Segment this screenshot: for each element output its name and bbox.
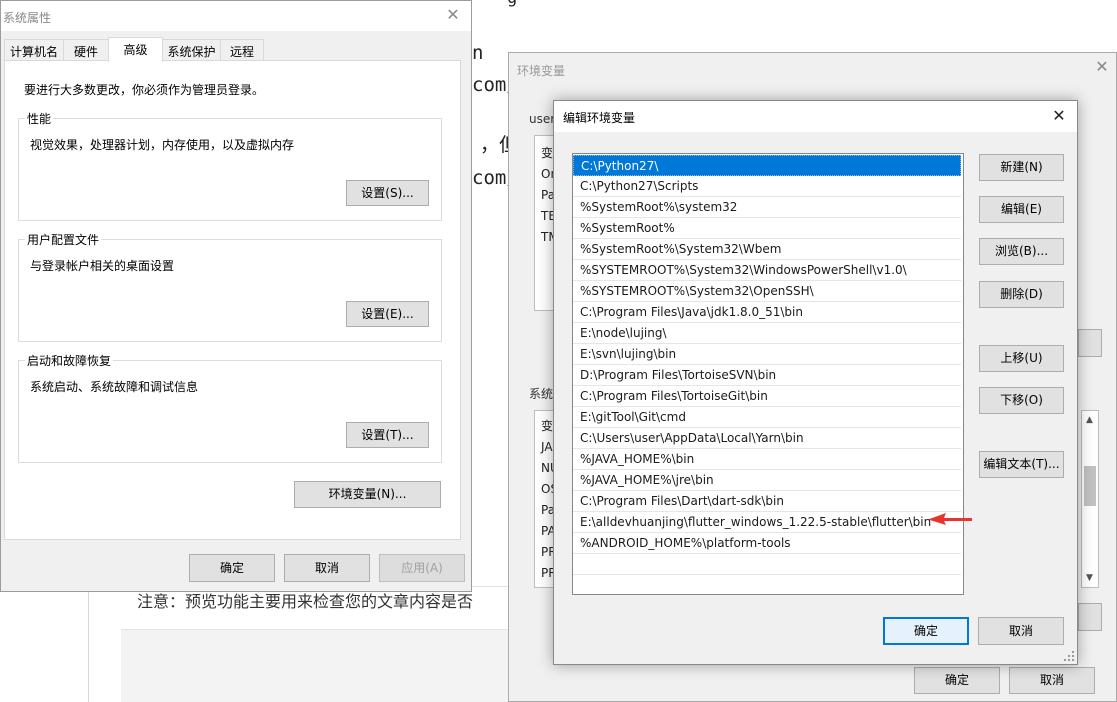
chevron-up-icon[interactable]: ▲ <box>1086 415 1093 425</box>
path-list-item[interactable]: E:\svn\lujing\bin <box>573 344 961 365</box>
env-cancel-button[interactable]: 取消 <box>1009 667 1095 694</box>
path-list-item[interactable]: D:\Program Files\TortoiseSVN\bin <box>573 365 961 386</box>
path-list-item[interactable]: %SYSTEMROOT%\System32\OpenSSH\ <box>573 281 961 302</box>
user-profiles-group: 用户配置文件 与登录帐户相关的桌面设置 设置(E)... <box>18 231 442 342</box>
path-list-item[interactable]: C:\Program Files\Java\jdk1.8.0_51\bin <box>573 302 961 323</box>
user-variables-label: user <box>529 112 556 126</box>
advanced-tab-panel: 要进行大多数更改，你必须作为管理员登录。 性能 视觉效果，处理器计划，内存使用，… <box>4 60 461 540</box>
edit-button[interactable]: 编辑(E) <box>979 196 1064 223</box>
path-list-item[interactable]: %SystemRoot% <box>573 218 961 239</box>
background-gray-area <box>121 630 521 702</box>
background-divider <box>88 590 89 702</box>
path-list-item[interactable]: %SystemRoot%\system32 <box>573 197 961 218</box>
list-item[interactable]: JA <box>541 440 553 454</box>
path-list-empty-row[interactable] <box>573 554 961 575</box>
environment-variables-titlebar[interactable]: 环境变量 ✕ <box>509 53 1116 83</box>
path-list-item[interactable]: E:\node\lujing\ <box>573 323 961 344</box>
tab-computer-name[interactable]: 计算机名 <box>4 39 64 61</box>
path-list-item[interactable]: %SYSTEMROOT%\System32\WindowsPowerShell\… <box>573 260 961 281</box>
tab-remote[interactable]: 远程 <box>220 39 264 61</box>
path-list-item[interactable]: %ANDROID_HOME%\platform-tools <box>573 533 961 554</box>
performance-label: 性能 <box>25 110 54 127</box>
path-list-item[interactable]: C:\Users\user\AppData\Local\Yarn\bin <box>573 428 961 449</box>
red-arrow-annotation-icon <box>928 513 972 525</box>
user-variable-delete-button-partial[interactable] <box>1078 329 1102 357</box>
list-item[interactable]: 变 <box>541 144 553 161</box>
startup-recovery-label: 启动和故障恢复 <box>25 352 114 369</box>
performance-group: 性能 视觉效果，处理器计划，内存使用，以及虚拟内存 设置(S)... <box>18 110 442 221</box>
scrollbar-thumb[interactable] <box>1084 466 1096 506</box>
path-list-item[interactable]: E:\alldevhuanjing\flutter_windows_1.22.5… <box>573 512 961 533</box>
delete-button[interactable]: 删除(D) <box>979 281 1064 308</box>
system-variable-delete-button-partial[interactable] <box>1078 603 1102 631</box>
admin-note: 要进行大多数更改，你必须作为管理员登录。 <box>24 83 265 97</box>
close-icon[interactable]: ✕ <box>1090 56 1114 78</box>
path-list-item[interactable]: E:\gitTool\Git\cmd <box>573 407 961 428</box>
performance-settings-button[interactable]: 设置(S)... <box>346 180 429 206</box>
close-icon[interactable]: ✕ <box>441 4 465 26</box>
system-properties-title: 系统属性 <box>3 11 52 25</box>
environment-variables-title: 环境变量 <box>517 64 566 78</box>
move-down-button[interactable]: 下移(O) <box>979 387 1064 414</box>
system-properties-titlebar[interactable]: 系统属性 ✕ <box>1 1 471 31</box>
background-stray-text: g <box>507 0 517 8</box>
path-list-item[interactable]: C:\Python27\Scripts <box>573 176 961 197</box>
edit-environment-variable-dialog: 编辑环境变量 ✕ C:\Python27\ C:\Python27\Scripts… <box>553 100 1078 665</box>
path-list-item[interactable]: C:\Program Files\Dart\dart-sdk\bin <box>573 491 961 512</box>
path-list-item[interactable]: C:\Python27\ <box>573 155 961 176</box>
path-list-item[interactable]: %JAVA_HOME%\bin <box>573 449 961 470</box>
performance-desc: 视觉效果，处理器计划，内存使用，以及虚拟内存 <box>30 138 295 152</box>
path-list-item[interactable]: %JAVA_HOME%\jre\bin <box>573 470 961 491</box>
edit-env-cancel-button[interactable]: 取消 <box>978 617 1064 645</box>
edit-env-titlebar[interactable]: 编辑环境变量 ✕ <box>554 101 1077 132</box>
chevron-down-icon[interactable]: ▼ <box>1086 573 1093 583</box>
user-profiles-label: 用户配置文件 <box>25 231 102 248</box>
system-variables-label: 系统 <box>529 387 554 401</box>
browse-button[interactable]: 浏览(B)... <box>979 238 1064 265</box>
tab-system-protection[interactable]: 系统保护 <box>162 39 221 61</box>
apply-button[interactable]: 应用(A) <box>379 554 465 582</box>
close-icon[interactable]: ✕ <box>1047 105 1071 127</box>
tab-hardware[interactable]: 硬件 <box>63 39 109 61</box>
list-item[interactable]: 变 <box>541 417 553 434</box>
resize-grip-icon[interactable] <box>1064 651 1074 661</box>
ok-button[interactable]: 确定 <box>189 554 275 582</box>
edit-env-title: 编辑环境变量 <box>563 111 636 125</box>
system-variables-scrollbar[interactable]: ▲ ▼ <box>1081 410 1099 588</box>
env-ok-button[interactable]: 确定 <box>914 667 1000 694</box>
path-list-item[interactable]: %SystemRoot%\System32\Wbem <box>573 239 961 260</box>
system-properties-dialog: 系统属性 ✕ 计算机名 硬件 高级 系统保护 远程 要进行大多数更改，你必须作为… <box>0 0 472 592</box>
startup-recovery-group: 启动和故障恢复 系统启动、系统故障和调试信息 设置(T)... <box>18 352 442 463</box>
path-list-item[interactable]: C:\Program Files\TortoiseGit\bin <box>573 386 961 407</box>
user-profiles-desc: 与登录帐户相关的桌面设置 <box>30 259 175 273</box>
new-button[interactable]: 新建(N) <box>979 154 1064 181</box>
startup-recovery-settings-button[interactable]: 设置(T)... <box>346 422 429 448</box>
move-up-button[interactable]: 上移(U) <box>979 345 1064 372</box>
tab-advanced[interactable]: 高级 <box>108 37 163 62</box>
edit-env-ok-button[interactable]: 确定 <box>883 617 969 645</box>
cancel-button[interactable]: 取消 <box>284 554 370 582</box>
environment-variables-button[interactable]: 环境变量(N)... <box>294 481 441 508</box>
startup-recovery-desc: 系统启动、系统故障和调试信息 <box>30 380 199 394</box>
edit-text-button[interactable]: 编辑文本(T)... <box>979 451 1064 478</box>
user-profiles-settings-button[interactable]: 设置(E)... <box>346 301 429 327</box>
background-line-1: n <box>472 42 484 64</box>
path-list[interactable]: C:\Python27\ C:\Python27\Scripts %SystemRo… <box>572 153 964 595</box>
